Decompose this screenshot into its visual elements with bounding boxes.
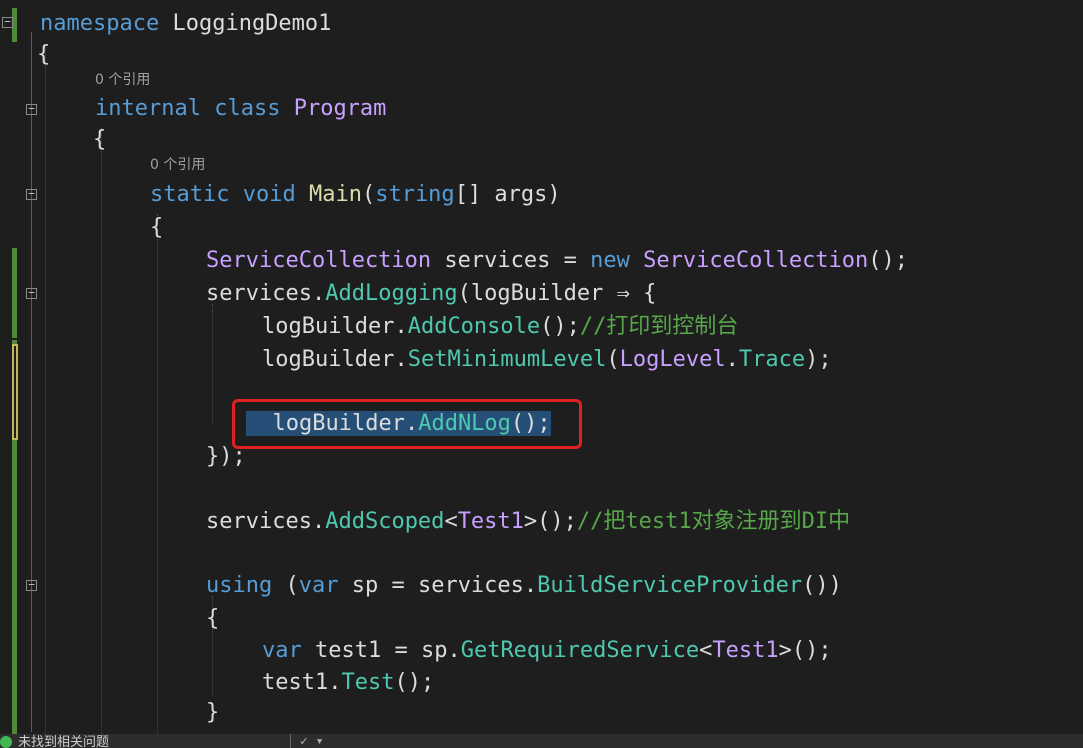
keyword: using — [206, 573, 273, 598]
enum-member: Trace — [738, 347, 806, 372]
code-text: (logBuilder ⇒ { — [457, 281, 657, 306]
type-name: Test1 — [457, 509, 524, 534]
code-text: >(); — [778, 638, 832, 663]
type-name: ServiceCollection — [206, 248, 432, 273]
code-text: < — [699, 638, 713, 663]
code-text: sp = services. — [338, 573, 538, 598]
type-name: LogLevel — [619, 347, 726, 372]
method-call: AddScoped — [325, 509, 445, 534]
keyword: var — [298, 573, 339, 598]
paren: ( — [361, 182, 376, 207]
collapse-icon[interactable]: − — [26, 287, 37, 299]
code-line[interactable]: ServiceCollection services = new Service… — [206, 246, 908, 276]
comment: //把test1对象注册到DI中 — [576, 509, 851, 534]
method-call: AddConsole — [407, 314, 541, 339]
status-bar: 未找到相关问题 ✓ ▾ — [0, 734, 1083, 748]
collapse-icon[interactable]: − — [26, 103, 37, 115]
code-line[interactable]: logBuilder.SetMinimumLevel(LogLevel.Trac… — [262, 345, 832, 375]
method-call: Test — [341, 670, 395, 695]
type-name: Test1 — [712, 638, 779, 663]
method-call: AddLogging — [325, 281, 458, 306]
code-text: }); — [206, 444, 246, 469]
brace: { — [93, 127, 107, 152]
brace: { — [37, 42, 51, 67]
code-line[interactable]: using (var sp = services.BuildServicePro… — [206, 571, 842, 601]
change-bar-saved — [12, 248, 17, 338]
outline-line — [31, 32, 32, 732]
change-bar-unsaved — [12, 344, 18, 440]
code-line[interactable]: services.AddScoped<Test1>();//把test1对象注册… — [206, 507, 850, 537]
class-name: Program — [293, 96, 387, 121]
code-text: . — [725, 347, 739, 372]
keyword: internal — [95, 96, 201, 121]
method-call: GetRequiredService — [460, 638, 700, 663]
code-line[interactable]: static void Main(string[] args) — [150, 180, 561, 210]
code-text: < — [444, 509, 458, 534]
method-call: SetMinimumLevel — [407, 347, 607, 372]
collapse-icon[interactable]: − — [2, 16, 13, 28]
highlight-box — [232, 399, 582, 449]
code-line[interactable]: }); — [206, 442, 246, 472]
reference-count[interactable]: 0 个引用 — [150, 155, 205, 175]
brush-icon[interactable]: ✓ ▾ — [300, 734, 323, 748]
code-text: (); — [540, 314, 580, 339]
code-text: (); — [394, 670, 435, 695]
code-editor[interactable]: − − − − − namespace LoggingDemo1 { 0 个引用… — [0, 0, 1083, 748]
indent-guide — [212, 304, 213, 424]
method-name: Main — [308, 182, 362, 207]
divider — [290, 734, 291, 748]
code-line[interactable]: { — [150, 213, 163, 243]
keyword: new — [590, 248, 630, 273]
code-text: test1. — [262, 670, 342, 695]
reference-count[interactable]: 0 个引用 — [95, 70, 150, 90]
editor-gutter: − − − − − — [0, 0, 46, 748]
check-icon[interactable] — [0, 736, 12, 748]
code-text: ); — [805, 347, 832, 372]
code-line[interactable]: namespace LoggingDemo1 — [40, 9, 331, 39]
keyword: class — [214, 96, 281, 121]
code-line[interactable]: services.AddLogging(logBuilder ⇒ { — [206, 279, 656, 309]
code-text: services. — [206, 281, 326, 306]
code-line[interactable]: { — [93, 125, 106, 155]
comment: //打印到控制台 — [579, 314, 739, 339]
code-line[interactable]: { — [206, 604, 219, 634]
code-line[interactable]: var test1 = sp.GetRequiredService<Test1>… — [262, 636, 832, 666]
keyword: void — [242, 182, 296, 207]
collapse-icon[interactable]: − — [26, 579, 37, 591]
code-text: ( — [272, 573, 299, 598]
keyword: namespace — [40, 11, 160, 36]
paren: ) — [547, 182, 561, 207]
code-text: logBuilder. — [262, 314, 408, 339]
brace: { — [206, 606, 220, 631]
code-text: logBuilder. — [262, 347, 408, 372]
paren: ( — [606, 347, 620, 372]
code-text: (); — [868, 248, 909, 273]
keyword: static — [150, 182, 230, 207]
code-text: services. — [206, 509, 326, 534]
indent-guide — [157, 214, 158, 734]
code-line[interactable]: { — [37, 40, 50, 70]
method-call: BuildServiceProvider — [537, 573, 803, 598]
keyword: var — [262, 638, 302, 663]
code-text: ()) — [802, 573, 842, 598]
keyword: string — [375, 182, 455, 207]
indent-guide — [45, 44, 46, 734]
code-line[interactable]: test1.Test(); — [262, 668, 434, 698]
parameter: [] args — [454, 182, 548, 207]
brace: } — [206, 700, 220, 725]
code-line[interactable]: } — [206, 698, 219, 728]
code-line[interactable]: logBuilder.AddConsole();//打印到控制台 — [262, 312, 738, 342]
code-text: services = — [431, 248, 591, 273]
type-name: ServiceCollection — [643, 248, 869, 273]
code-text: >(); — [523, 509, 577, 534]
code-line[interactable]: internal class Program — [95, 94, 386, 124]
indent-guide — [101, 128, 102, 734]
change-bar-saved — [12, 440, 17, 734]
issues-status[interactable]: 未找到相关问题 — [18, 734, 109, 748]
collapse-icon[interactable]: − — [26, 188, 37, 200]
code-text: test1 = sp. — [301, 638, 461, 663]
brace: { — [150, 215, 164, 240]
namespace-name: LoggingDemo1 — [172, 11, 332, 36]
